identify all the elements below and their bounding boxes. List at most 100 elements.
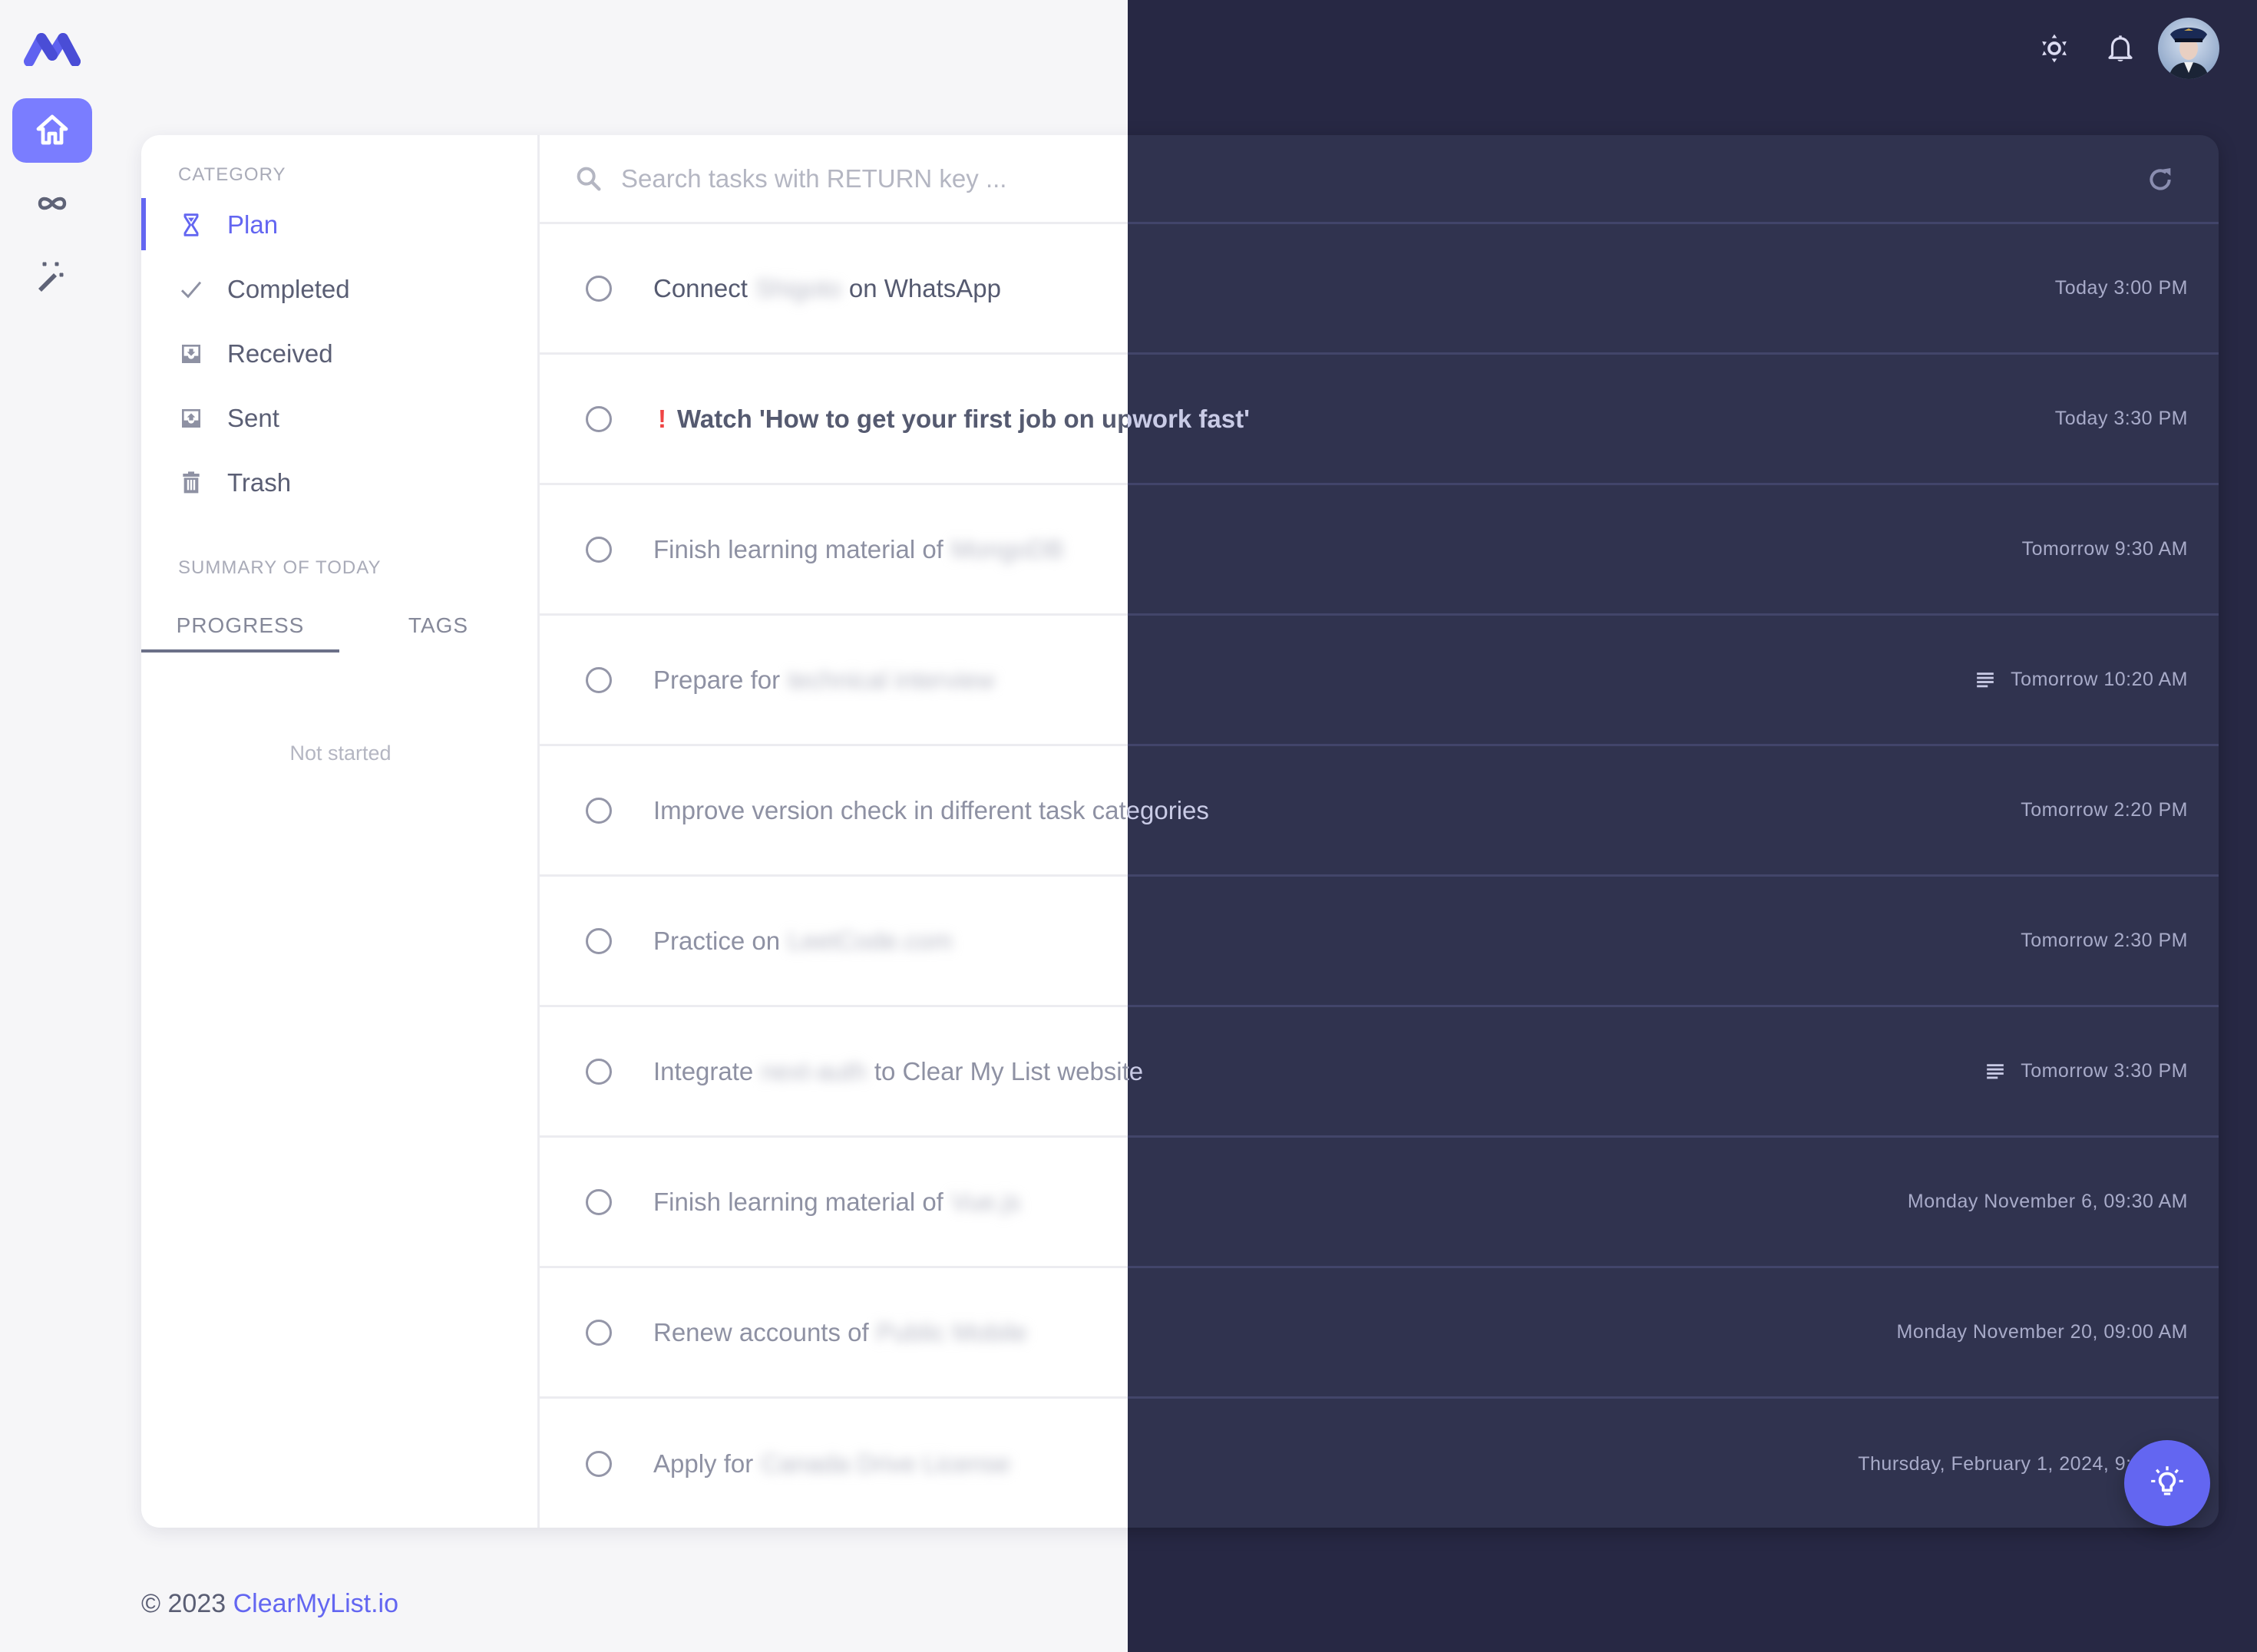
category-label: CATEGORY — [178, 164, 286, 185]
refresh-icon[interactable] — [2145, 164, 2176, 195]
redacted-text: Vue.js — [950, 1187, 1021, 1216]
inbox-down-icon — [178, 341, 204, 367]
bell-icon — [2108, 35, 2133, 61]
task-time-text: Tomorrow 2:30 PM — [2021, 930, 2188, 951]
inbox-up-icon — [178, 405, 204, 431]
task-title-text: Renew accounts of — [653, 1317, 869, 1346]
user-avatar[interactable] — [2158, 18, 2219, 79]
category-plan[interactable]: Plan — [141, 198, 540, 252]
category-sent[interactable]: Sent — [141, 392, 540, 445]
task-due-time: Tomorrow 3:30 PM — [1985, 1060, 2188, 1082]
hourglass-icon — [178, 212, 204, 238]
theme-toggle-button[interactable] — [2035, 29, 2074, 68]
category-label-text: Completed — [227, 275, 350, 303]
redacted-text: MongoDB — [950, 534, 1064, 563]
task-title-text: Improve version check in different task … — [653, 795, 1209, 824]
note-icon — [1977, 672, 1994, 687]
task-due-time: Tomorrow 10:20 AM — [1975, 669, 2188, 691]
task-title[interactable]: Integratenext-authto Clear My List websi… — [653, 1057, 1143, 1086]
category-label-text: Received — [227, 339, 333, 368]
category-panel: CATEGORY Plan Completed Received Sent Tr… — [141, 135, 540, 1528]
task-title-suffix: to Clear My List website — [874, 1056, 1144, 1085]
task-time-text: Today 3:30 PM — [2054, 408, 2188, 429]
app-logo[interactable] — [23, 32, 81, 66]
task-checkbox[interactable] — [586, 1319, 612, 1346]
category-trash[interactable]: Trash — [141, 456, 540, 510]
redacted-text: Shigoto — [755, 273, 841, 302]
task-time-text: Tomorrow 2:20 PM — [2021, 799, 2188, 821]
task-due-time: Today 3:00 PM — [2055, 277, 2188, 299]
task-time-text: Tomorrow 10:20 AM — [2011, 669, 2188, 690]
task-title[interactable]: Renew accounts ofPublic Mobile — [653, 1318, 1035, 1347]
check-icon — [178, 276, 204, 302]
task-title[interactable]: Finish learning material ofMongoDB — [653, 535, 1072, 564]
infinity-icon — [38, 197, 67, 210]
task-due-time: Monday November 20, 09:00 AM — [1897, 1321, 2188, 1343]
task-checkbox[interactable] — [586, 275, 612, 302]
tab-progress[interactable]: PROGRESS — [141, 599, 339, 653]
category-label-text: Plan — [227, 210, 279, 239]
sun-icon — [2042, 34, 2067, 63]
category-received[interactable]: Received — [141, 327, 540, 381]
lightbulb-icon — [2151, 1466, 2183, 1495]
important-mark-icon: ! — [658, 404, 666, 433]
tips-fab-button[interactable] — [2124, 1440, 2210, 1526]
note-icon — [1987, 1063, 2004, 1079]
task-checkbox[interactable] — [586, 1451, 612, 1477]
task-checkbox[interactable] — [586, 536, 612, 563]
task-title-text: Connect — [653, 273, 748, 302]
task-time-text: Tomorrow 9:30 AM — [2021, 538, 2188, 560]
footer: © 2023 ClearMyList.io — [141, 1589, 398, 1619]
task-due-time: Monday November 6, 09:30 AM — [1908, 1191, 2188, 1213]
copyright-text: © 2023 — [141, 1589, 226, 1618]
task-due-time: Tomorrow 9:30 AM — [2022, 538, 2188, 560]
task-title-text: Integrate — [653, 1056, 754, 1085]
task-title[interactable]: Prepare fortechnical interview — [653, 666, 1003, 695]
redacted-text: Public Mobile — [876, 1317, 1027, 1346]
task-title-text: Finish learning material of — [653, 534, 943, 563]
redacted-text: next-auth — [761, 1056, 867, 1085]
category-label-text: Sent — [227, 404, 279, 432]
magic-wand-icon — [38, 262, 64, 292]
progress-status: Not started — [289, 742, 392, 765]
tab-tags[interactable]: TAGS — [339, 599, 537, 653]
category-completed[interactable]: Completed — [141, 263, 540, 316]
task-checkbox[interactable] — [586, 797, 612, 824]
task-title[interactable]: Apply forCanada Drive License — [653, 1449, 1018, 1479]
task-title[interactable]: Practice onLeetCode.com — [653, 927, 960, 956]
task-time-text: Tomorrow 3:30 PM — [2021, 1060, 2188, 1082]
redacted-text: Canada Drive License — [761, 1449, 1010, 1478]
avatar-image — [2158, 18, 2219, 79]
task-title-text: Prepare for — [653, 665, 781, 694]
task-checkbox[interactable] — [586, 1188, 612, 1215]
task-time-text: Monday November 6, 09:30 AM — [1907, 1191, 2188, 1212]
task-title-suffix: on WhatsApp — [848, 273, 1001, 302]
task-checkbox[interactable] — [586, 405, 612, 432]
rail-magic-button[interactable] — [12, 244, 92, 309]
task-due-time: Tomorrow 2:20 PM — [2021, 799, 2188, 821]
task-due-time: Today 3:30 PM — [2055, 408, 2188, 430]
task-time-text: Monday November 20, 09:00 AM — [1896, 1321, 2188, 1343]
footer-link[interactable]: ClearMyList.io — [233, 1589, 398, 1618]
redacted-text: technical interview — [788, 665, 995, 694]
task-title[interactable]: Finish learning material ofVue.js — [653, 1188, 1028, 1217]
task-due-time: Tomorrow 2:30 PM — [2021, 930, 2188, 952]
category-label-text: Trash — [227, 468, 292, 497]
task-title-text: Practice on — [653, 926, 781, 955]
task-checkbox[interactable] — [586, 1058, 612, 1085]
task-checkbox[interactable] — [586, 666, 612, 693]
task-title[interactable]: ConnectShigotoon WhatsApp — [653, 274, 1001, 303]
search-icon — [577, 167, 601, 190]
task-checkbox[interactable] — [586, 927, 612, 954]
task-title-text: Apply for — [653, 1449, 754, 1478]
trash-icon — [178, 470, 204, 496]
notifications-button[interactable] — [2101, 29, 2140, 68]
task-title-text: Finish learning material of — [653, 1187, 943, 1216]
tab-active-indicator — [141, 649, 339, 653]
summary-label: SUMMARY OF TODAY — [178, 557, 382, 578]
redacted-text: LeetCode.com — [788, 926, 953, 955]
rail-habits-button[interactable] — [12, 171, 92, 236]
task-title[interactable]: Improve version check in different task … — [653, 796, 1209, 825]
rail-home-button[interactable] — [12, 98, 92, 163]
task-time-text: Today 3:00 PM — [2054, 277, 2188, 299]
